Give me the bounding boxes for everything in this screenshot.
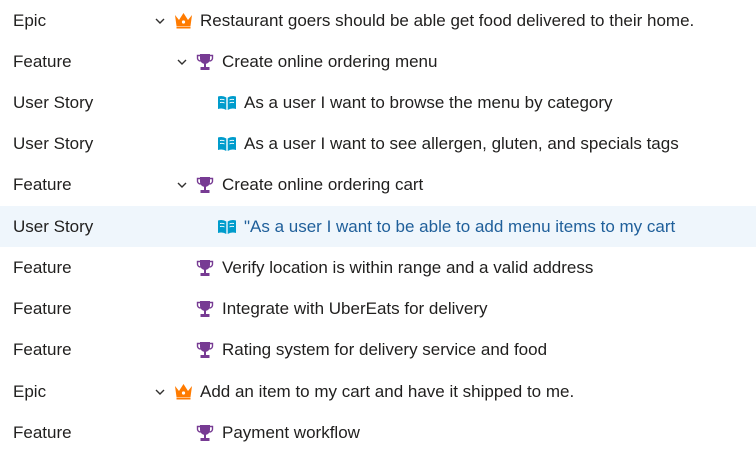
work-item-title[interactable]: Add an item to my cart and have it shipp… (200, 382, 574, 402)
backlog-row-feature[interactable]: Feature Integrate with UberEats for deli… (0, 288, 756, 329)
title-cell: As a user I want to browse the menu by c… (217, 93, 613, 113)
backlog-row-feature[interactable]: Feature Verify location is within range … (0, 247, 756, 288)
book-icon (217, 217, 237, 237)
title-cell: As a user I want to see allergen, gluten… (217, 134, 679, 154)
work-item-title[interactable]: As a user I want to browse the menu by c… (244, 93, 613, 113)
work-item-title[interactable]: As a user I want to see allergen, gluten… (244, 134, 679, 154)
work-item-title[interactable]: Payment workflow (222, 423, 360, 443)
work-item-type: Feature (13, 298, 72, 318)
work-item-title[interactable]: Create online ordering menu (222, 52, 437, 72)
work-item-type: Feature (13, 51, 72, 71)
crown-icon (173, 382, 193, 402)
work-item-type: User Story (13, 133, 94, 153)
title-cell: Verify location is within range and a va… (195, 258, 593, 278)
work-item-title[interactable]: Restaurant goers should be able get food… (200, 11, 694, 31)
backlog-row-user-story-selected[interactable]: User Story "As a user I want to be able … (0, 206, 756, 247)
work-item-title[interactable]: Integrate with UberEats for delivery (222, 299, 488, 319)
chevron-down-icon[interactable] (175, 178, 189, 192)
trophy-icon (195, 299, 215, 319)
trophy-icon (195, 340, 215, 360)
book-icon (217, 134, 237, 154)
trophy-icon (195, 423, 215, 443)
crown-icon (173, 11, 193, 31)
chevron-down-icon[interactable] (153, 14, 167, 28)
title-cell: Rating system for delivery service and f… (195, 340, 547, 360)
backlog-row-feature[interactable]: Feature Create online ordering cart (0, 164, 756, 205)
work-item-type: User Story (13, 216, 94, 236)
backlog-grid: Epic Restaurant goers should be able get… (0, 0, 756, 455)
work-item-type: Epic (13, 10, 47, 30)
work-item-type: Feature (13, 339, 72, 359)
title-cell: Add an item to my cart and have it shipp… (153, 382, 574, 402)
work-item-type: User Story (13, 92, 94, 112)
title-cell: "As a user I want to be able to add menu… (217, 217, 675, 237)
title-cell: Integrate with UberEats for delivery (195, 299, 488, 319)
work-item-title[interactable]: "As a user I want to be able to add menu… (244, 217, 675, 237)
work-item-type: Feature (13, 174, 72, 194)
title-cell: Payment workflow (195, 423, 360, 443)
backlog-row-feature[interactable]: Feature Create online ordering menu (0, 41, 756, 82)
trophy-icon (195, 52, 215, 72)
work-item-type: Feature (13, 257, 72, 277)
backlog-row-epic[interactable]: Epic Add an item to my cart and have it … (0, 371, 756, 412)
chevron-down-icon[interactable] (153, 385, 167, 399)
backlog-row-user-story[interactable]: User Story As a user I want to browse th… (0, 82, 756, 123)
title-cell: Create online ordering menu (175, 52, 437, 72)
book-icon (217, 93, 237, 113)
work-item-title[interactable]: Verify location is within range and a va… (222, 258, 593, 278)
title-cell: Restaurant goers should be able get food… (153, 11, 694, 31)
backlog-row-feature[interactable]: Feature Rating system for delivery servi… (0, 329, 756, 370)
backlog-row-feature[interactable]: Feature Payment workflow (0, 412, 756, 453)
work-item-title[interactable]: Rating system for delivery service and f… (222, 340, 547, 360)
work-item-type: Feature (13, 422, 72, 442)
backlog-row-epic[interactable]: Epic Restaurant goers should be able get… (0, 0, 756, 41)
work-item-title[interactable]: Create online ordering cart (222, 175, 423, 195)
title-cell: Create online ordering cart (175, 175, 423, 195)
trophy-icon (195, 175, 215, 195)
work-item-type: Epic (13, 381, 47, 401)
backlog-row-user-story[interactable]: User Story As a user I want to see aller… (0, 123, 756, 164)
trophy-icon (195, 258, 215, 278)
chevron-down-icon[interactable] (175, 55, 189, 69)
